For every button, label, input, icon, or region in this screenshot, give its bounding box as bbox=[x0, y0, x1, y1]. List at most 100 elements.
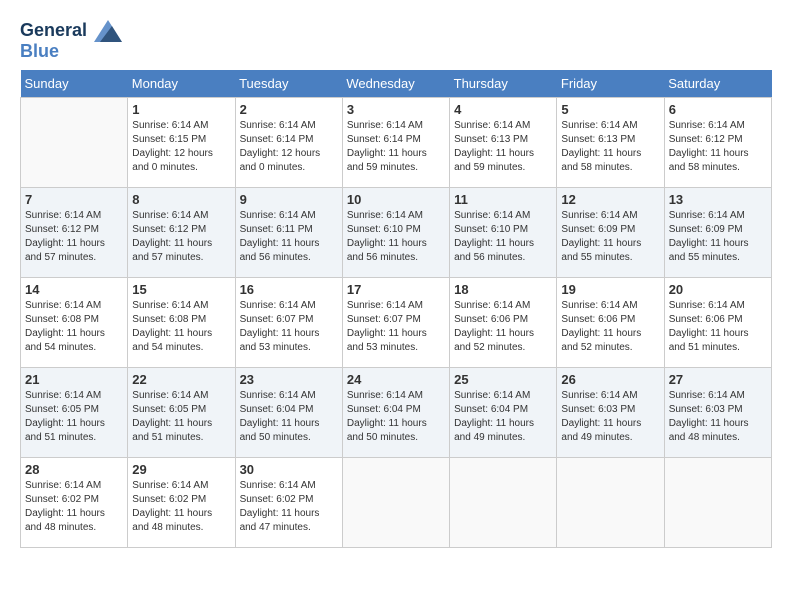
day-cell: 1Sunrise: 6:14 AMSunset: 6:15 PMDaylight… bbox=[128, 98, 235, 188]
day-cell: 10 Sunrise: 6:14 AMSunset: 6:10 PMDayligh… bbox=[342, 188, 449, 278]
logo-blue: Blue bbox=[20, 42, 122, 60]
day-number: 26 bbox=[561, 372, 659, 387]
header-saturday: Saturday bbox=[664, 70, 771, 98]
day-cell: 19 Sunrise: 6:14 AMSunset: 6:06 PMDayligh… bbox=[557, 278, 664, 368]
day-cell: 8 Sunrise: 6:14 AMSunset: 6:12 PMDaylight… bbox=[128, 188, 235, 278]
day-cell: 21 Sunrise: 6:14 AMSunset: 6:05 PMDayligh… bbox=[21, 368, 128, 458]
day-number: 5 bbox=[561, 102, 659, 117]
day-cell: 17 Sunrise: 6:14 AMSunset: 6:07 PMDayligh… bbox=[342, 278, 449, 368]
day-number: 28 bbox=[25, 462, 123, 477]
day-cell: 6 Sunrise: 6:14 AMSunset: 6:12 PMDaylight… bbox=[664, 98, 771, 188]
day-info: Sunrise: 6:14 AMSunset: 6:13 PMDaylight:… bbox=[454, 119, 552, 175]
day-info: Sunrise: 6:14 AMSunset: 6:09 PMDaylight:… bbox=[561, 209, 659, 265]
day-cell: 29 Sunrise: 6:14 AMSunset: 6:02 PMDayligh… bbox=[128, 458, 235, 548]
day-number: 11 bbox=[454, 192, 552, 207]
header-monday: Monday bbox=[128, 70, 235, 98]
day-number: 23 bbox=[240, 372, 338, 387]
day-number: 16 bbox=[240, 282, 338, 297]
day-info: Sunrise: 6:14 AMSunset: 6:10 PMDaylight:… bbox=[454, 209, 552, 265]
day-cell: 30 Sunrise: 6:14 AMSunset: 6:02 PMDayligh… bbox=[235, 458, 342, 548]
day-number: 10 bbox=[347, 192, 445, 207]
week-row-0: 1Sunrise: 6:14 AMSunset: 6:15 PMDaylight… bbox=[21, 98, 772, 188]
day-info: Sunrise: 6:14 AMSunset: 6:04 PMDaylight:… bbox=[240, 389, 338, 445]
logo-text: General bbox=[20, 20, 122, 42]
day-cell: 27 Sunrise: 6:14 AMSunset: 6:03 PMDayligh… bbox=[664, 368, 771, 458]
day-info: Sunrise: 6:14 AMSunset: 6:06 PMDaylight:… bbox=[454, 299, 552, 355]
day-cell: 11 Sunrise: 6:14 AMSunset: 6:10 PMDayligh… bbox=[450, 188, 557, 278]
day-number: 3 bbox=[347, 102, 445, 117]
day-number: 8 bbox=[132, 192, 230, 207]
day-number: 29 bbox=[132, 462, 230, 477]
day-cell: 15 Sunrise: 6:14 AMSunset: 6:08 PMDayligh… bbox=[128, 278, 235, 368]
day-info: Sunrise: 6:14 AMSunset: 6:13 PMDaylight:… bbox=[561, 119, 659, 175]
day-info: Sunrise: 6:14 AMSunset: 6:03 PMDaylight:… bbox=[669, 389, 767, 445]
day-info: Sunrise: 6:14 AMSunset: 6:07 PMDaylight:… bbox=[240, 299, 338, 355]
day-info: Sunrise: 6:14 AMSunset: 6:10 PMDaylight:… bbox=[347, 209, 445, 265]
day-number: 27 bbox=[669, 372, 767, 387]
day-cell bbox=[664, 458, 771, 548]
day-info: Sunrise: 6:14 AMSunset: 6:02 PMDaylight:… bbox=[25, 479, 123, 535]
day-cell: 12 Sunrise: 6:14 AMSunset: 6:09 PMDayligh… bbox=[557, 188, 664, 278]
page-header: General Blue bbox=[20, 20, 772, 60]
day-info: Sunrise: 6:14 AMSunset: 6:08 PMDaylight:… bbox=[25, 299, 123, 355]
day-info: Sunrise: 6:14 AMSunset: 6:03 PMDaylight:… bbox=[561, 389, 659, 445]
day-number: 2 bbox=[240, 102, 338, 117]
day-number: 25 bbox=[454, 372, 552, 387]
header-wednesday: Wednesday bbox=[342, 70, 449, 98]
header-friday: Friday bbox=[557, 70, 664, 98]
day-cell: 28 Sunrise: 6:14 AMSunset: 6:02 PMDayligh… bbox=[21, 458, 128, 548]
day-number: 21 bbox=[25, 372, 123, 387]
day-info: Sunrise: 6:14 AMSunset: 6:12 PMDaylight:… bbox=[132, 209, 230, 265]
day-number: 4 bbox=[454, 102, 552, 117]
day-info: Sunrise: 6:14 AMSunset: 6:07 PMDaylight:… bbox=[347, 299, 445, 355]
day-info: Sunrise: 6:14 AMSunset: 6:06 PMDaylight:… bbox=[669, 299, 767, 355]
day-number: 19 bbox=[561, 282, 659, 297]
day-number: 9 bbox=[240, 192, 338, 207]
day-cell: 3Sunrise: 6:14 AMSunset: 6:14 PMDaylight… bbox=[342, 98, 449, 188]
day-number: 1 bbox=[132, 102, 230, 117]
day-number: 13 bbox=[669, 192, 767, 207]
day-cell: 14 Sunrise: 6:14 AMSunset: 6:08 PMDayligh… bbox=[21, 278, 128, 368]
day-number: 12 bbox=[561, 192, 659, 207]
day-cell bbox=[21, 98, 128, 188]
day-cell bbox=[557, 458, 664, 548]
day-cell: 25Sunrise: 6:14 AMSunset: 6:04 PMDayligh… bbox=[450, 368, 557, 458]
day-cell: 22 Sunrise: 6:14 AMSunset: 6:05 PMDayligh… bbox=[128, 368, 235, 458]
day-info: Sunrise: 6:14 AMSunset: 6:08 PMDaylight:… bbox=[132, 299, 230, 355]
day-number: 6 bbox=[669, 102, 767, 117]
day-number: 7 bbox=[25, 192, 123, 207]
day-cell: 20 Sunrise: 6:14 AMSunset: 6:06 PMDayligh… bbox=[664, 278, 771, 368]
day-info: Sunrise: 6:14 AMSunset: 6:04 PMDaylight:… bbox=[347, 389, 445, 445]
day-number: 15 bbox=[132, 282, 230, 297]
calendar-header-row: SundayMondayTuesdayWednesdayThursdayFrid… bbox=[21, 70, 772, 98]
day-cell: 18Sunrise: 6:14 AMSunset: 6:06 PMDayligh… bbox=[450, 278, 557, 368]
week-row-4: 28 Sunrise: 6:14 AMSunset: 6:02 PMDayligh… bbox=[21, 458, 772, 548]
header-tuesday: Tuesday bbox=[235, 70, 342, 98]
day-cell: 7Sunrise: 6:14 AMSunset: 6:12 PMDaylight… bbox=[21, 188, 128, 278]
day-info: Sunrise: 6:14 AMSunset: 6:02 PMDaylight:… bbox=[240, 479, 338, 535]
day-number: 22 bbox=[132, 372, 230, 387]
day-number: 17 bbox=[347, 282, 445, 297]
day-number: 30 bbox=[240, 462, 338, 477]
day-info: Sunrise: 6:14 AMSunset: 6:11 PMDaylight:… bbox=[240, 209, 338, 265]
day-info: Sunrise: 6:14 AMSunset: 6:12 PMDaylight:… bbox=[669, 119, 767, 175]
day-cell: 16 Sunrise: 6:14 AMSunset: 6:07 PMDayligh… bbox=[235, 278, 342, 368]
day-info: Sunrise: 6:14 AMSunset: 6:06 PMDaylight:… bbox=[561, 299, 659, 355]
week-row-1: 7 Sunrise: 6:14 AMSunset: 6:12 PMDaylight… bbox=[21, 188, 772, 278]
logo: General Blue bbox=[20, 20, 122, 60]
day-cell bbox=[342, 458, 449, 548]
day-info: Sunrise: 6:14 AMSunset: 6:05 PMDaylight:… bbox=[25, 389, 123, 445]
day-info: Sunrise: 6:14 AMSunset: 6:02 PMDaylight:… bbox=[132, 479, 230, 535]
day-number: 20 bbox=[669, 282, 767, 297]
week-row-2: 14 Sunrise: 6:14 AMSunset: 6:08 PMDayligh… bbox=[21, 278, 772, 368]
day-cell: 26 Sunrise: 6:14 AMSunset: 6:03 PMDayligh… bbox=[557, 368, 664, 458]
day-number: 14 bbox=[25, 282, 123, 297]
week-row-3: 21 Sunrise: 6:14 AMSunset: 6:05 PMDayligh… bbox=[21, 368, 772, 458]
header-thursday: Thursday bbox=[450, 70, 557, 98]
day-info: Sunrise: 6:14 AMSunset: 6:14 PMDaylight:… bbox=[240, 119, 338, 175]
day-info: Sunrise: 6:14 AMSunset: 6:05 PMDaylight:… bbox=[132, 389, 230, 445]
header-sunday: Sunday bbox=[21, 70, 128, 98]
day-cell bbox=[450, 458, 557, 548]
day-cell: 23 Sunrise: 6:14 AMSunset: 6:04 PMDayligh… bbox=[235, 368, 342, 458]
day-cell: 2 Sunrise: 6:14 AMSunset: 6:14 PMDaylight… bbox=[235, 98, 342, 188]
